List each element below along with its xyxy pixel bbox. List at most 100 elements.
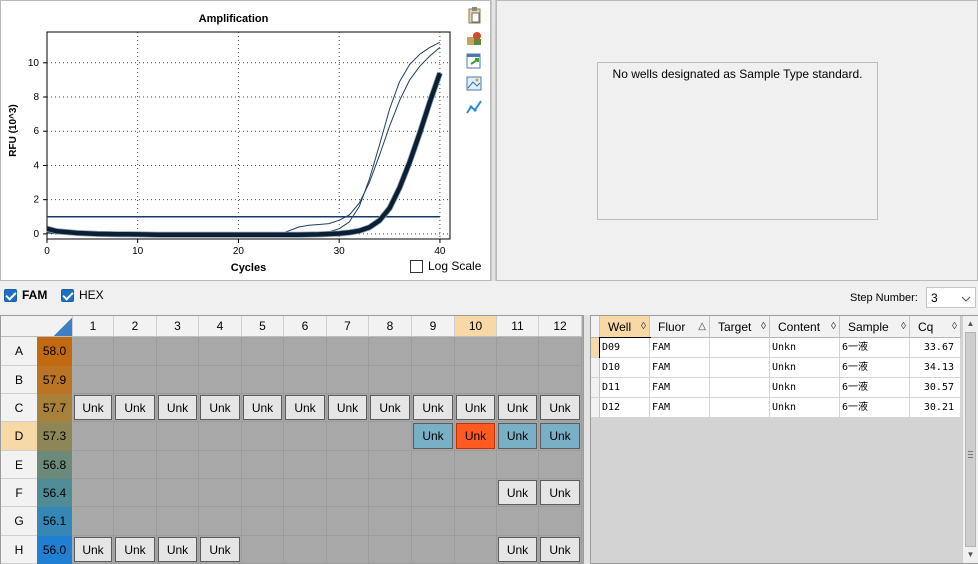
plate-cell[interactable] [369, 451, 412, 479]
table-cell-fluor[interactable]: FAM [650, 358, 710, 378]
plate-row-header[interactable]: A [1, 337, 37, 366]
plate-cell[interactable]: Unk [539, 536, 582, 564]
plate-cell[interactable] [73, 507, 114, 536]
plate-cell[interactable] [369, 337, 412, 366]
plate-cell[interactable] [199, 479, 242, 507]
column-header-target[interactable]: Target ◊ [710, 316, 770, 338]
plate-cell[interactable]: Unk [114, 394, 157, 422]
table-row[interactable]: D10 FAM Unkn 6一液 34.13 [591, 358, 961, 378]
plate-cell[interactable] [455, 507, 497, 536]
plate-cell[interactable] [242, 422, 284, 451]
sort-icon[interactable]: ◊ [901, 316, 906, 338]
plate-cell[interactable]: Unk [539, 479, 582, 507]
step-number-select[interactable]: 3 [926, 287, 976, 308]
plate-column-header[interactable]: 11 [497, 316, 539, 337]
table-cell-fluor[interactable]: FAM [650, 398, 710, 418]
plate-cell[interactable]: Unk [73, 536, 114, 564]
clipboard-icon[interactable] [464, 5, 484, 25]
plate-cell[interactable] [242, 536, 284, 564]
plate-row-header[interactable]: B [1, 366, 37, 394]
plate-cell[interactable]: Unk [199, 394, 242, 422]
plate-well[interactable]: Unk [413, 395, 453, 420]
plate-cell[interactable]: Unk [539, 422, 582, 451]
plate-row-header[interactable]: H [1, 536, 37, 564]
plate-cell[interactable] [412, 507, 455, 536]
table-cell-sample[interactable]: 6一液 [840, 398, 910, 418]
plate-well[interactable]: Unk [74, 537, 112, 562]
plate-cell[interactable]: Unk [412, 422, 455, 451]
plate-cell[interactable] [455, 451, 497, 479]
plate-cell[interactable] [284, 479, 327, 507]
plate-cell[interactable] [412, 479, 455, 507]
plate-cell[interactable] [73, 479, 114, 507]
plate-cell[interactable] [157, 507, 199, 536]
row-selector[interactable] [591, 398, 600, 418]
log-scale-checkbox[interactable] [410, 259, 423, 273]
plate-cell[interactable] [242, 479, 284, 507]
plate-cell[interactable] [497, 451, 539, 479]
export-icon[interactable] [464, 51, 484, 71]
plate-cell[interactable] [199, 507, 242, 536]
plate-cell[interactable] [539, 507, 582, 536]
table-cell-content[interactable]: Unkn [770, 398, 840, 418]
plate-cell[interactable] [369, 422, 412, 451]
sort-icon[interactable]: ◊ [761, 316, 766, 338]
plate-cell[interactable]: Unk [284, 394, 327, 422]
table-row[interactable]: D11 FAM Unkn 6一液 30.57 [591, 378, 961, 398]
plate-cell[interactable] [284, 366, 327, 394]
plate-well[interactable]: Unk [540, 423, 580, 449]
plate-cell[interactable] [284, 507, 327, 536]
plate-cell[interactable] [157, 366, 199, 394]
plate-cell[interactable] [284, 536, 327, 564]
table-cell-target[interactable] [710, 398, 770, 418]
plate-cell[interactable] [284, 422, 327, 451]
table-cell-sample[interactable]: 6一液 [840, 358, 910, 378]
table-cell-target[interactable] [710, 338, 770, 358]
plate-cell[interactable] [455, 536, 497, 564]
hex-checkbox[interactable] [61, 288, 74, 302]
plate-cell[interactable] [539, 451, 582, 479]
table-cell-well[interactable]: D10 [600, 358, 650, 378]
row-selector[interactable] [591, 378, 600, 398]
plate-well[interactable]: Unk [498, 423, 537, 449]
plate-cell[interactable] [114, 366, 157, 394]
plate-well[interactable]: Unk [158, 537, 197, 562]
sort-icon[interactable]: △ [698, 316, 706, 338]
plate-cell[interactable] [242, 337, 284, 366]
plate-cell[interactable] [284, 451, 327, 479]
fluor-hex-toggle[interactable]: HEX [61, 288, 104, 302]
log-scale-toggle[interactable]: Log Scale [410, 259, 481, 273]
table-cell-sample[interactable]: 6一液 [840, 378, 910, 398]
scroll-down-icon[interactable]: ▼ [963, 547, 978, 562]
plate-cell[interactable] [327, 422, 369, 451]
plate-cell[interactable] [73, 337, 114, 366]
plate-cell[interactable] [412, 337, 455, 366]
plate-cell[interactable] [327, 451, 369, 479]
plate-cell[interactable] [455, 366, 497, 394]
plate-cell[interactable]: Unk [369, 394, 412, 422]
plate-row-header[interactable]: F [1, 479, 37, 507]
table-cell-fluor[interactable]: FAM [650, 378, 710, 398]
scrollbar-thumb[interactable] [965, 332, 976, 547]
column-header-fluor[interactable]: Fluor △ [650, 316, 710, 338]
fluor-fam-toggle[interactable]: FAM [4, 288, 47, 302]
plate-cell[interactable] [327, 507, 369, 536]
plate-cell[interactable] [497, 366, 539, 394]
plate-cell[interactable] [369, 507, 412, 536]
plate-cell[interactable] [199, 422, 242, 451]
plate-row-header[interactable]: C [1, 394, 37, 422]
plate-column-header[interactable]: 3 [157, 316, 199, 337]
plate-column-header[interactable]: 1 [73, 316, 114, 337]
table-cell-cq[interactable]: 30.21 [910, 398, 961, 418]
fam-checkbox[interactable] [4, 288, 17, 302]
plate-cell[interactable]: Unk [455, 394, 497, 422]
plate-cell[interactable] [455, 479, 497, 507]
plate-column-header[interactable]: 12 [539, 316, 582, 337]
plate-cell[interactable] [497, 507, 539, 536]
plate-well[interactable]: Unk [200, 537, 240, 562]
plate-row-header[interactable]: E [1, 451, 37, 479]
sort-icon[interactable]: ◊ [641, 316, 646, 338]
plate-column-header[interactable]: 4 [199, 316, 242, 337]
plate-cell[interactable] [114, 451, 157, 479]
row-selector[interactable] [591, 338, 600, 358]
